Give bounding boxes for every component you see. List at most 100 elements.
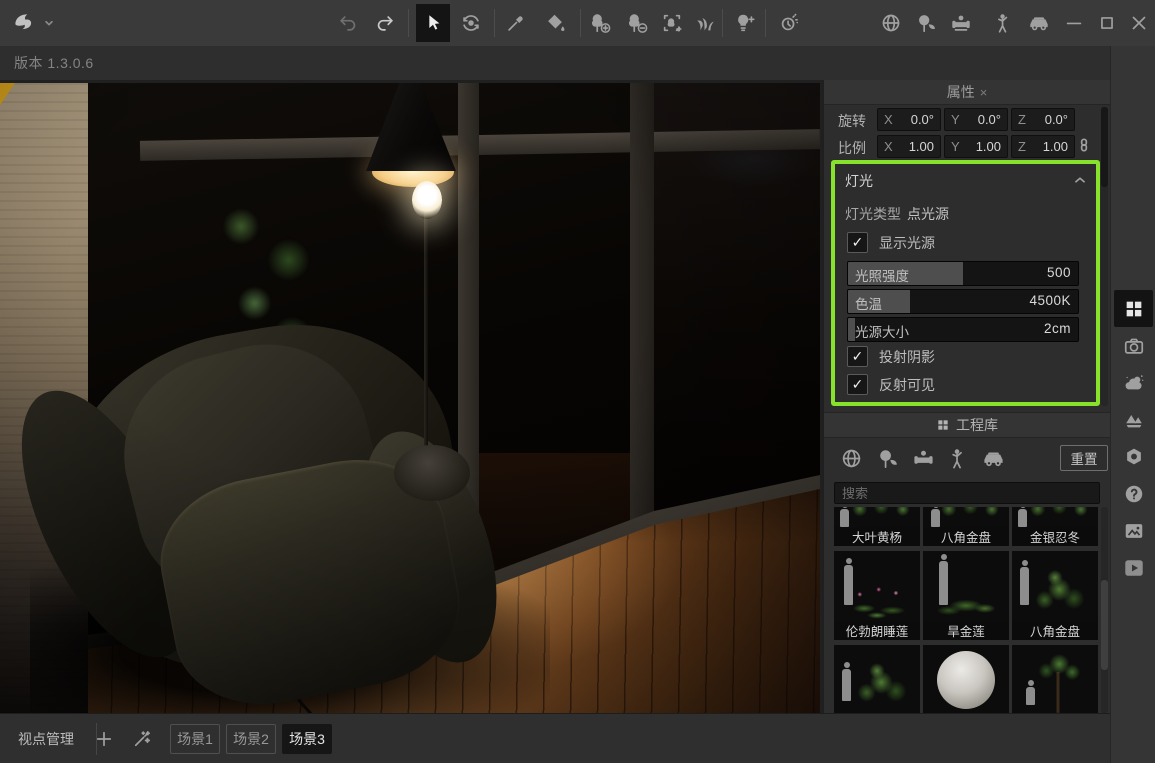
logo-dropdown-chevron-icon[interactable] [44, 18, 54, 28]
app-window: 版本 1.3.0.6 [0, 0, 1155, 763]
library-category-vegetation-icon[interactable] [874, 445, 900, 471]
material-picker-tool-button[interactable] [503, 10, 529, 36]
workspace: 属性 × 旋转 X 0.0° Y 0.0° Z 0.0° [0, 80, 1110, 713]
library-item[interactable] [834, 645, 920, 713]
library-category-furniture-icon[interactable] [910, 445, 936, 471]
library-category-character-icon[interactable] [944, 445, 970, 471]
scale-person-silhouette [840, 509, 849, 527]
scale-person-silhouette [1020, 567, 1029, 605]
version-label: 版本 1.3.0.6 [14, 53, 94, 73]
properties-panel-header[interactable]: 属性 × [824, 80, 1110, 105]
redo-button[interactable] [372, 10, 398, 36]
properties-scrollbar-thumb[interactable] [1101, 107, 1108, 187]
library-category-geography-icon[interactable] [838, 445, 864, 471]
library-item[interactable]: 金银忍冬 [1012, 507, 1098, 546]
library-item[interactable]: 伦勃朗睡莲 [834, 551, 920, 640]
scale-link-icon[interactable] [1076, 137, 1094, 155]
rotation-x-field[interactable]: X 0.0° [877, 108, 941, 131]
window-maximize-button[interactable] [1094, 10, 1120, 36]
scene-window-mullion [630, 83, 654, 528]
scale-z-field[interactable]: Z 1.00 [1011, 135, 1075, 158]
window-close-button[interactable] [1126, 10, 1152, 36]
add-vegetation-tool-button[interactable] [587, 10, 613, 36]
collapse-chevron-up-icon[interactable] [1073, 173, 1087, 187]
slider-fill [848, 318, 855, 341]
rotation-y-field[interactable]: Y 0.0° [944, 108, 1008, 131]
furniture-library-button[interactable] [948, 10, 974, 36]
rotation-label: 旋转 [838, 111, 866, 131]
library-item[interactable] [923, 645, 1009, 713]
toolbar-separator [494, 9, 495, 37]
remove-vegetation-tool-button[interactable] [624, 10, 650, 36]
checkbox-checked-icon[interactable]: ✓ [847, 232, 868, 253]
scale-x-field[interactable]: X 1.00 [877, 135, 941, 158]
add-light-tool-button[interactable] [732, 10, 758, 36]
select-tool-button-active[interactable] [416, 4, 450, 42]
undo-button[interactable] [335, 10, 361, 36]
library-grid-icon [936, 418, 950, 432]
window-minimize-button[interactable] [1061, 10, 1087, 36]
visible-in-reflection-checkbox-row[interactable]: ✓ 反射可见 [847, 374, 935, 395]
sidebar-weather-icon[interactable] [1121, 370, 1146, 395]
properties-close-icon[interactable]: × [980, 85, 988, 100]
library-scrollbar-thumb[interactable] [1101, 580, 1108, 670]
library-panel-header[interactable]: 工程库 [824, 412, 1110, 438]
sidebar-help-icon[interactable] [1121, 481, 1146, 506]
show-light-source-label: 显示光源 [879, 233, 935, 253]
grass-brush-tool-button[interactable] [692, 10, 718, 36]
bottom-bar: 视点管理 场景1 场景2 场景3 [0, 713, 1110, 763]
scene-floor-lamp-base [394, 445, 470, 501]
library-item-label: 伦勃朗睡莲 [834, 621, 920, 640]
library-item[interactable] [1012, 645, 1098, 713]
scene-tab-1[interactable]: 场景1 [170, 724, 220, 754]
library-reset-button[interactable]: 重置 [1060, 445, 1108, 471]
toolbar-separator [765, 9, 766, 37]
checkbox-checked-icon[interactable]: ✓ [847, 346, 868, 367]
light-size-slider[interactable]: 光源大小 2cm [847, 317, 1079, 342]
library-search-input[interactable] [834, 482, 1100, 504]
add-scene-button[interactable] [92, 727, 116, 751]
library-category-vehicle-icon[interactable] [980, 445, 1006, 471]
version-bar: 版本 1.3.0.6 [0, 46, 1110, 81]
scale-y-field[interactable]: Y 1.00 [944, 135, 1008, 158]
color-temperature-slider[interactable]: 色温 4500K [847, 289, 1079, 314]
sidebar-settings-nut-icon[interactable] [1121, 444, 1146, 469]
geography-library-button[interactable] [878, 10, 904, 36]
app-logo-icon[interactable] [10, 10, 36, 36]
character-library-button[interactable] [990, 10, 1016, 36]
orbit-transform-tool-button[interactable] [458, 10, 484, 36]
ai-wand-button[interactable] [130, 727, 154, 751]
sidebar-video-render-icon[interactable] [1121, 555, 1146, 580]
scene-light-bulb[interactable] [412, 181, 442, 219]
scene-tab-2[interactable]: 场景2 [226, 724, 276, 754]
sun-time-tool-button[interactable] [776, 10, 802, 36]
vehicle-library-button[interactable] [1026, 10, 1052, 36]
scale-person-silhouette [1018, 509, 1027, 527]
show-light-source-checkbox-row[interactable]: ✓ 显示光源 [847, 232, 935, 253]
cast-shadow-checkbox-row[interactable]: ✓ 投射阴影 [847, 346, 935, 367]
sidebar-camera-icon[interactable] [1121, 333, 1146, 358]
sidebar-terrain-icon[interactable] [1121, 407, 1146, 432]
sidebar-image-render-icon[interactable] [1121, 518, 1146, 543]
light-intensity-slider[interactable]: 光照强度 500 [847, 261, 1079, 286]
vegetation-library-button[interactable] [913, 10, 939, 36]
checkbox-checked-icon[interactable]: ✓ [847, 374, 868, 395]
axis-value: 0.0° [978, 112, 1001, 127]
viewpoint-manager-button[interactable]: 视点管理 [18, 714, 74, 763]
scene-tab-3-active[interactable]: 场景3 [282, 724, 332, 754]
axis-value: 0.0° [911, 112, 934, 127]
axis-label: Y [951, 139, 960, 154]
light-type-value[interactable]: 点光源 [907, 204, 949, 224]
paint-bucket-tool-button[interactable] [542, 10, 568, 36]
scene-corner-marker [0, 83, 15, 105]
library-item[interactable]: 八角金盘 [1012, 551, 1098, 640]
area-vegetation-brush-tool-button[interactable] [659, 10, 685, 36]
rotation-z-field[interactable]: Z 0.0° [1011, 108, 1075, 131]
library-item[interactable]: 旱金莲 [923, 551, 1009, 640]
library-item[interactable]: 大叶黄杨 [834, 507, 920, 546]
properties-title: 属性 [947, 82, 975, 102]
3d-viewport[interactable] [0, 83, 820, 713]
sidebar-library-grid-icon[interactable] [1121, 296, 1146, 321]
cast-shadow-label: 投射阴影 [879, 347, 935, 367]
library-item[interactable]: 八角金盘 [923, 507, 1009, 546]
